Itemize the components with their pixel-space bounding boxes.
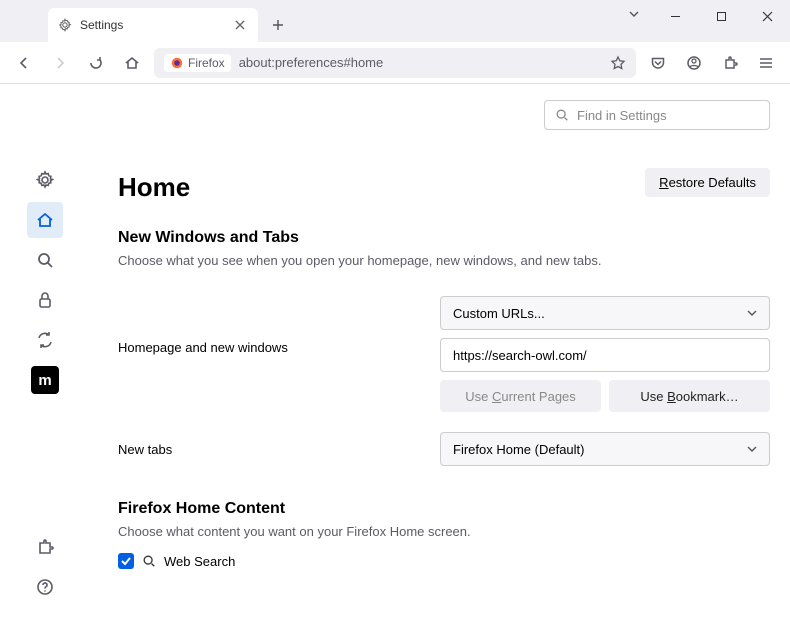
reload-button[interactable] bbox=[82, 49, 110, 77]
browser-tab[interactable]: Settings bbox=[48, 8, 258, 42]
newtabs-select[interactable]: Firefox Home (Default) bbox=[440, 432, 770, 466]
nav-toolbar: Firefox about:preferences#home bbox=[0, 42, 790, 84]
search-icon bbox=[555, 108, 569, 122]
settings-sidebar: m bbox=[0, 84, 90, 617]
sidebar-search[interactable] bbox=[27, 242, 63, 278]
settings-main: Find in Settings Home Restore Defaults N… bbox=[90, 84, 790, 617]
newtabs-value: Firefox Home (Default) bbox=[453, 442, 584, 457]
url-bar[interactable]: Firefox about:preferences#home bbox=[154, 48, 636, 78]
maximize-button[interactable] bbox=[698, 0, 744, 32]
section-ffhome-desc: Choose what content you want on your Fir… bbox=[118, 524, 770, 539]
tab-title: Settings bbox=[80, 18, 123, 32]
back-button[interactable] bbox=[10, 49, 38, 77]
section-ffhome-title: Firefox Home Content bbox=[118, 500, 770, 518]
identity-badge[interactable]: Firefox bbox=[164, 54, 231, 72]
homepage-label: Homepage and new windows bbox=[118, 296, 440, 355]
sidebar-help[interactable] bbox=[27, 569, 63, 605]
firefox-logo-icon bbox=[170, 56, 184, 70]
search-icon bbox=[142, 554, 156, 568]
new-tab-button[interactable] bbox=[264, 11, 292, 39]
pocket-button[interactable] bbox=[644, 49, 672, 77]
chevron-down-icon bbox=[747, 444, 757, 454]
check-icon bbox=[120, 555, 132, 567]
section-new-windows-title: New Windows and Tabs bbox=[118, 229, 770, 247]
tabs-overflow-button[interactable] bbox=[628, 8, 640, 20]
account-button[interactable] bbox=[680, 49, 708, 77]
home-button[interactable] bbox=[118, 49, 146, 77]
restore-defaults-button[interactable]: Restore Defaults bbox=[645, 168, 770, 197]
url-text: about:preferences#home bbox=[239, 55, 384, 70]
identity-label: Firefox bbox=[188, 56, 225, 70]
minimize-button[interactable] bbox=[652, 0, 698, 32]
titlebar: Settings bbox=[0, 0, 790, 42]
forward-button[interactable] bbox=[46, 49, 74, 77]
gear-icon bbox=[58, 18, 72, 32]
homepage-mode-select[interactable]: Custom URLs... bbox=[440, 296, 770, 330]
close-window-button[interactable] bbox=[744, 0, 790, 32]
use-current-pages-button[interactable]: Use Current Pages bbox=[440, 380, 601, 412]
homepage-url-input[interactable] bbox=[440, 338, 770, 372]
menu-button[interactable] bbox=[752, 49, 780, 77]
extensions-button[interactable] bbox=[716, 49, 744, 77]
sidebar-general[interactable] bbox=[27, 162, 63, 198]
find-placeholder: Find in Settings bbox=[577, 108, 667, 123]
sidebar-privacy[interactable] bbox=[27, 282, 63, 318]
content-area: m Find in Settings Home Restore Defaults… bbox=[0, 84, 790, 617]
bookmark-star-icon[interactable] bbox=[610, 55, 626, 71]
sidebar-more[interactable]: m bbox=[31, 366, 59, 394]
close-tab-icon[interactable] bbox=[232, 17, 248, 33]
find-in-settings[interactable]: Find in Settings bbox=[544, 100, 770, 130]
sidebar-home[interactable] bbox=[27, 202, 63, 238]
sidebar-extensions[interactable] bbox=[27, 529, 63, 565]
sidebar-sync[interactable] bbox=[27, 322, 63, 358]
websearch-label: Web Search bbox=[164, 554, 235, 569]
websearch-checkbox[interactable] bbox=[118, 553, 134, 569]
window-controls bbox=[652, 0, 790, 32]
use-bookmark-button[interactable]: Use Bookmark… bbox=[609, 380, 770, 412]
newtabs-label: New tabs bbox=[118, 442, 440, 457]
homepage-mode-value: Custom URLs... bbox=[453, 306, 545, 321]
section-new-windows-desc: Choose what you see when you open your h… bbox=[118, 253, 770, 268]
chevron-down-icon bbox=[747, 308, 757, 318]
